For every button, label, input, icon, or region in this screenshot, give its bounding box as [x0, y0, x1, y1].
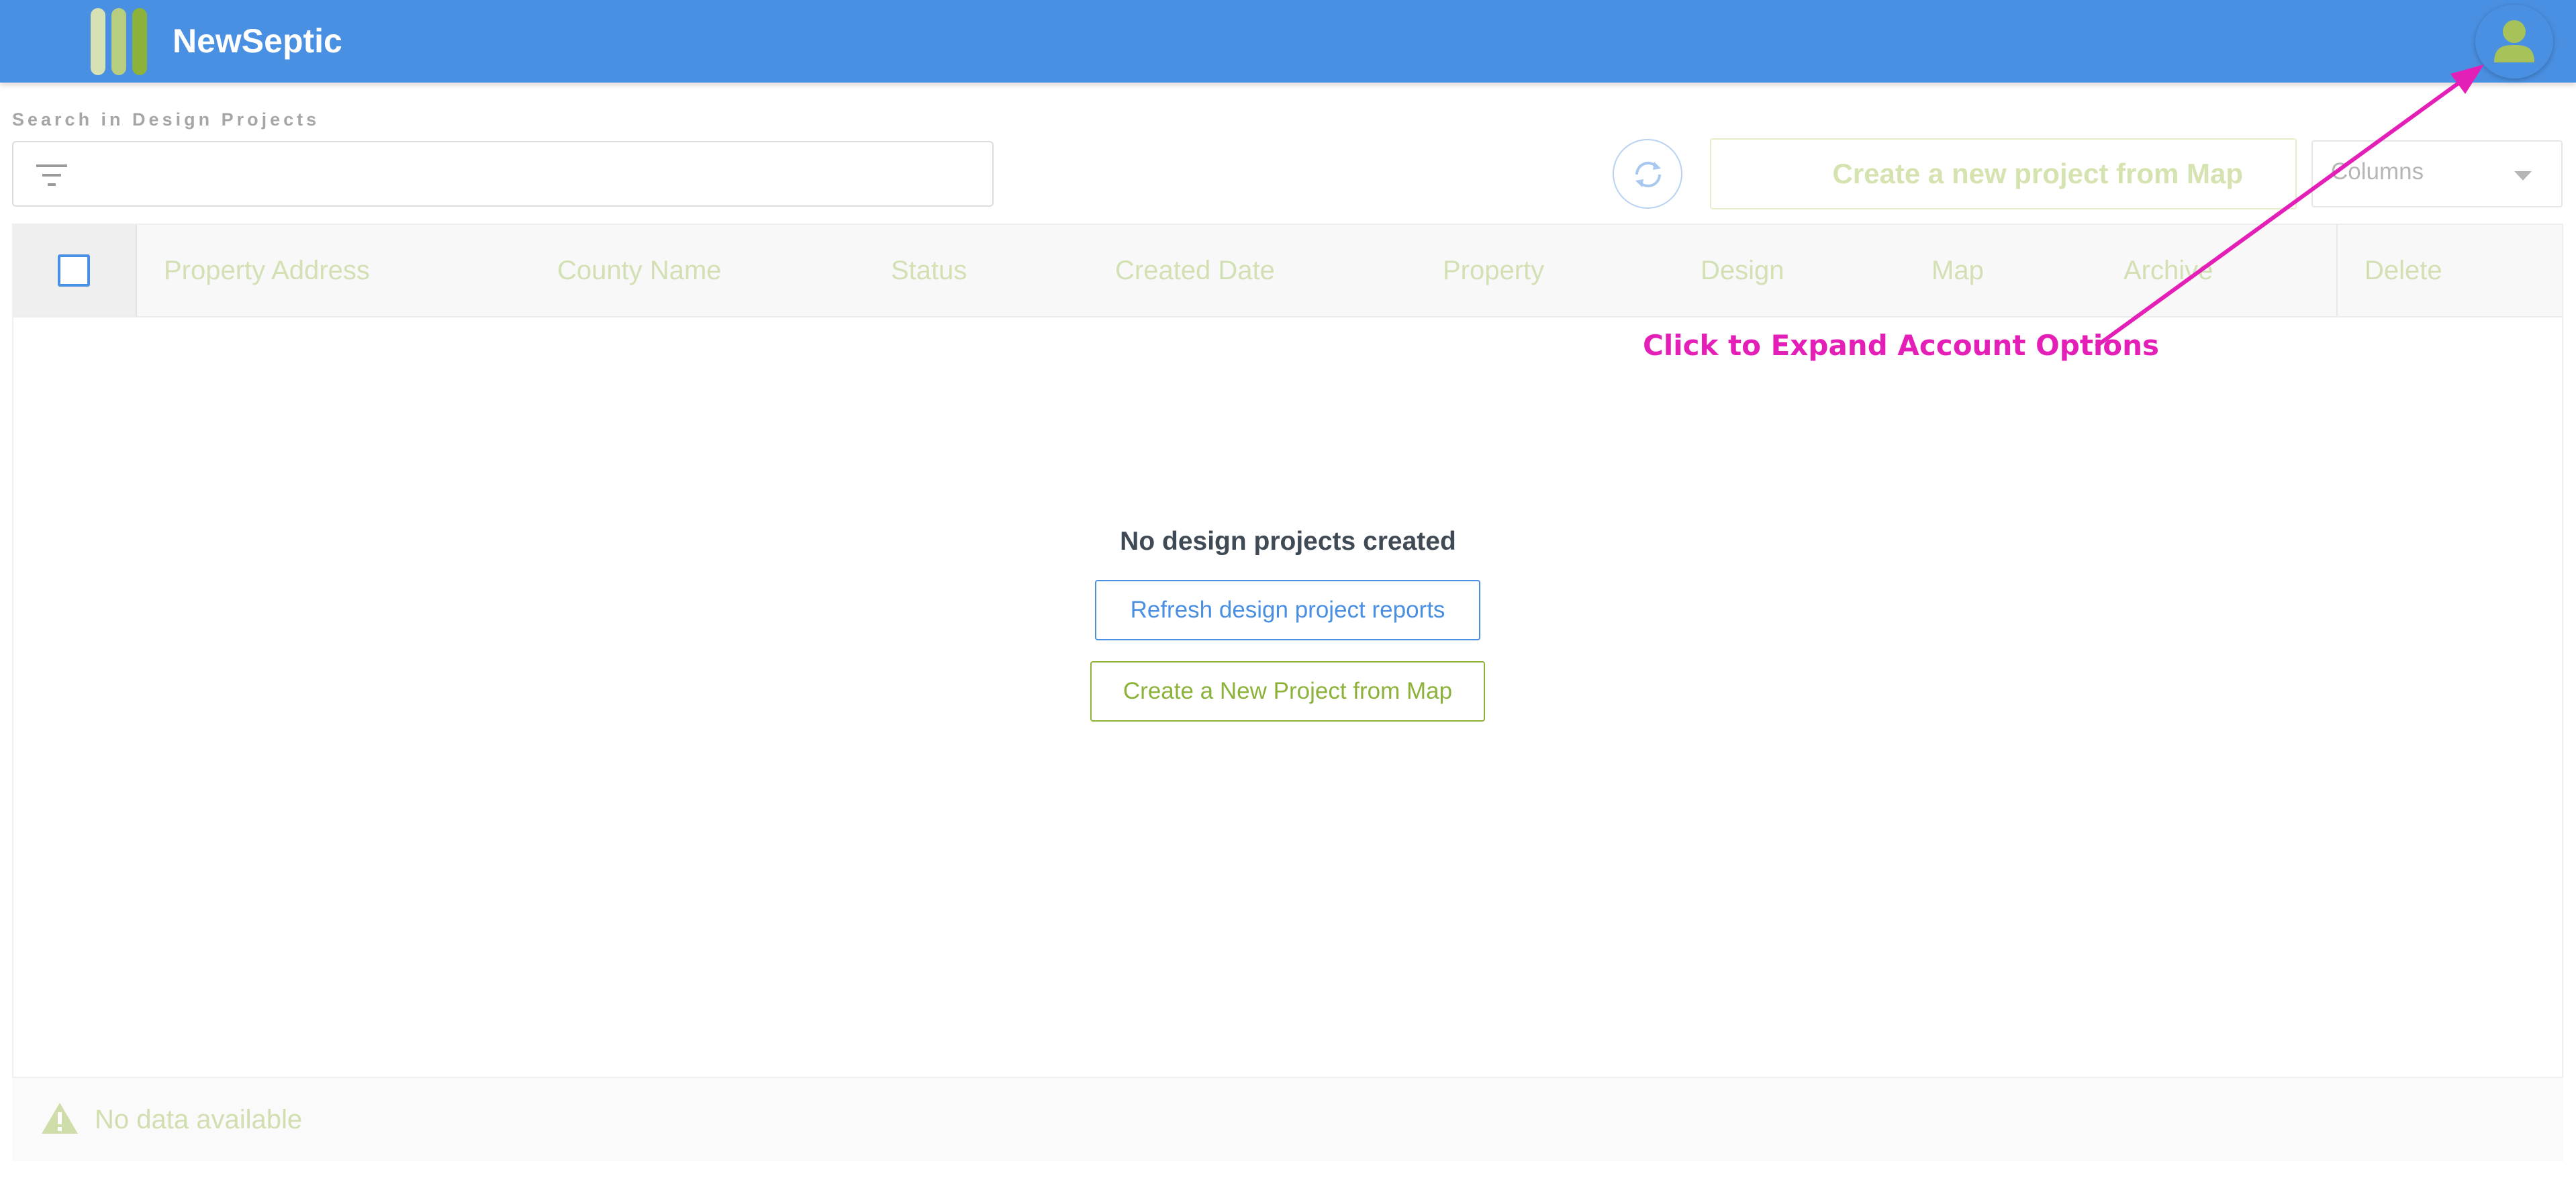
refresh-reports-button[interactable]: Refresh design project reports [1095, 580, 1480, 640]
logo-bars-icon [91, 8, 148, 75]
column-header-county-name[interactable]: County Name [557, 256, 722, 286]
column-header-delete[interactable]: Delete [2365, 256, 2442, 286]
delete-column-cell: Delete [2336, 225, 2563, 316]
search-box[interactable] [12, 141, 994, 207]
columns-select[interactable]: Columns [2311, 140, 2563, 207]
create-project-from-map-button[interactable]: Create a new project from Map [1710, 138, 2297, 209]
column-header-design[interactable]: Design [1701, 256, 1784, 286]
column-header-status[interactable]: Status [891, 256, 967, 286]
account-avatar-button[interactable] [2475, 5, 2553, 79]
filter-icon[interactable] [36, 163, 67, 187]
select-all-checkbox[interactable] [58, 254, 90, 287]
table-header: Property Address County Name Status Crea… [13, 225, 2562, 317]
column-header-property[interactable]: Property [1443, 256, 1544, 286]
refresh-icon [1635, 161, 1662, 188]
select-all-cell [13, 225, 137, 316]
refresh-button[interactable] [1613, 139, 1682, 209]
top-app-bar: NewSeptic [0, 0, 2576, 83]
column-header-created-date[interactable]: Created Date [1115, 256, 1275, 286]
search-label: Search in Design Projects [12, 109, 320, 130]
column-header-property-address[interactable]: Property Address [164, 256, 370, 286]
empty-state-title: No design projects created [1120, 527, 1456, 556]
table-footer: No data available [12, 1077, 2563, 1161]
warning-icon [42, 1103, 78, 1134]
chevron-down-icon [2514, 171, 2532, 181]
no-data-text: No data available [95, 1105, 303, 1134]
create-new-project-button[interactable]: Create a New Project from Map [1090, 661, 1485, 722]
app-name: NewSeptic [173, 22, 342, 60]
columns-select-label: Columns [2331, 158, 2424, 185]
user-avatar-icon [2494, 20, 2534, 62]
column-header-archive[interactable]: Archive [2124, 256, 2213, 286]
annotation-label: Click to Expand Account Options [1643, 329, 2160, 362]
column-header-map[interactable]: Map [1931, 256, 1984, 286]
search-input[interactable] [81, 149, 983, 200]
